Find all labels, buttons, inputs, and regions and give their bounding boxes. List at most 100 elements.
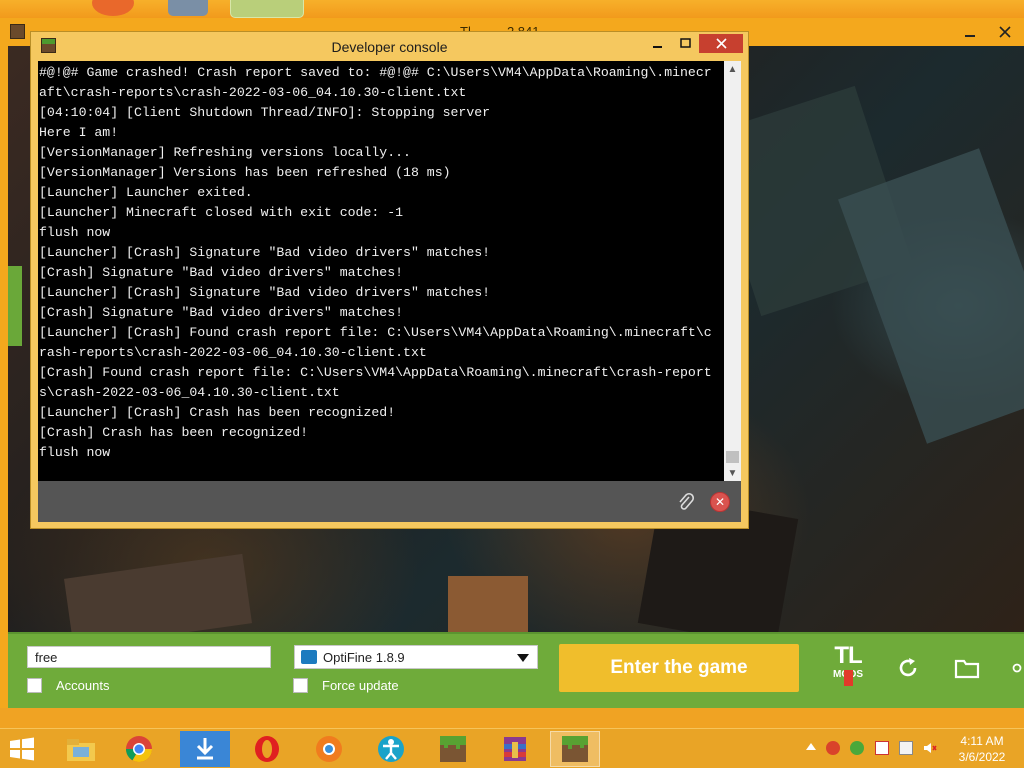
scroll-thumb[interactable]: [726, 451, 739, 463]
desktop-icon-minecraft[interactable]: [230, 0, 304, 18]
taskbar-chrome[interactable]: [114, 731, 164, 767]
grass-block-icon: [440, 736, 466, 762]
tray-flag-icon[interactable]: [875, 741, 889, 755]
taskbar-accessibility-app[interactable]: [366, 731, 416, 767]
console-log-line: [Launcher] Launcher exited.: [39, 185, 253, 200]
winrar-icon: [504, 737, 526, 761]
clock-date: 3/6/2022: [958, 750, 1006, 764]
tray-expand-icon[interactable]: [806, 743, 816, 750]
close-icon: [715, 38, 727, 49]
scroll-down-icon[interactable]: ▼: [724, 465, 741, 481]
console-log-line: [Crash] Found crash report file: C:\User…: [39, 365, 712, 380]
browser-orange-icon: [316, 736, 342, 762]
taskbar-clock[interactable]: 4:11 AM 3/6/2022: [951, 733, 1013, 765]
settings-button[interactable]: [1010, 654, 1024, 682]
console-output[interactable]: #@!@# Game crashed! Crash report saved t…: [38, 61, 741, 481]
tray-app-icon-orange[interactable]: [826, 741, 840, 755]
tl-logo-text: TL: [834, 642, 862, 669]
console-minimize-button[interactable]: [643, 34, 671, 53]
bg-brown-block: [448, 576, 528, 633]
console-log-line: [Launcher] [Crash] Signature "Bad video …: [39, 285, 491, 300]
console-log-line: [Launcher] [Crash] Crash has been recogn…: [39, 405, 396, 420]
clock-time: 4:11 AM: [960, 734, 1004, 748]
console-log-line: [Crash] Crash has been recognized!: [39, 425, 309, 440]
tray-network-icon[interactable]: [899, 741, 913, 755]
desktop-icon-folder[interactable]: [168, 0, 208, 16]
volume-icon: [924, 743, 937, 753]
enter-game-button[interactable]: Enter the game: [559, 644, 799, 692]
clear-console-button[interactable]: ✕: [710, 492, 730, 512]
minimize-button[interactable]: [955, 22, 985, 42]
force-update-label: Force update: [322, 678, 399, 693]
console-titlebar[interactable]: Developer console: [31, 32, 748, 60]
desktop-top-strip: [0, 0, 1024, 18]
bg-green-block: [8, 266, 22, 346]
taskbar-winrar[interactable]: [490, 731, 540, 767]
console-scrollbar[interactable]: ▲ ▼: [724, 61, 741, 481]
folder-icon: [954, 659, 980, 679]
console-close-button[interactable]: [699, 34, 743, 53]
close-circle-icon: ✕: [714, 495, 726, 509]
taskbar-downloader[interactable]: [180, 731, 230, 767]
console-title: Developer console: [331, 39, 448, 55]
console-log-line: flush now: [39, 225, 111, 240]
console-log-line: aft\crash-reports\crash-2022-03-06_04.10…: [39, 85, 467, 100]
console-log-line: [VersionManager] Versions has been refre…: [39, 165, 451, 180]
character-icon: [844, 670, 853, 686]
start-button[interactable]: [8, 737, 38, 761]
bg-creeper-body: [838, 148, 1024, 444]
console-log-line: [Crash] Signature "Bad video drivers" ma…: [39, 265, 404, 280]
refresh-button[interactable]: [894, 654, 922, 682]
grass-block-icon: [562, 736, 588, 762]
version-select-value: OptiFine 1.8.9: [323, 650, 405, 665]
maximize-icon: [679, 38, 691, 48]
tray-app-icon-green[interactable]: [850, 741, 864, 755]
launcher-app-icon: [10, 24, 25, 39]
console-log-line: [04:10:04] [Client Shutdown Thread/INFO]…: [39, 105, 491, 120]
tray-volume-icon[interactable]: [923, 741, 937, 755]
console-log-line: #@!@# Game crashed! Crash report saved t…: [39, 65, 712, 80]
close-button[interactable]: [990, 22, 1020, 42]
person-icon: [378, 736, 404, 762]
console-log-line: [Crash] Signature "Bad video drivers" ma…: [39, 305, 404, 320]
minimize-icon: [652, 46, 662, 48]
force-update-checkbox[interactable]: [293, 678, 308, 693]
refresh-icon: [899, 658, 917, 677]
optifine-icon: [301, 650, 317, 664]
paperclip-icon: [679, 492, 695, 510]
console-log-line: flush now: [39, 445, 111, 460]
gear-icon: [1012, 663, 1022, 673]
console-log-line: [Launcher] Minecraft closed with exit co…: [39, 205, 404, 220]
taskbar-browser[interactable]: [304, 731, 354, 767]
launcher-bottom-bar: free Accounts OptiFine 1.8.9 Force updat…: [8, 632, 1024, 720]
download-arrow-icon: [196, 738, 214, 760]
desktop-wallpaper-strip: [0, 708, 1024, 728]
version-select[interactable]: OptiFine 1.8.9: [294, 645, 538, 669]
taskbar-opera[interactable]: [242, 731, 292, 767]
console-log-line: rash-reports\crash-2022-03-06_04.10.30-c…: [39, 345, 427, 360]
console-maximize-button[interactable]: [671, 34, 699, 53]
tl-mods-logo[interactable]: TL MODS: [826, 644, 870, 692]
attach-button[interactable]: [675, 491, 697, 513]
developer-console-window: Developer console #@!@# Game crashed! Cr…: [30, 31, 749, 529]
close-icon: [999, 26, 1011, 38]
desktop-icon-orange[interactable]: [92, 0, 134, 16]
scroll-up-icon[interactable]: ▲: [724, 61, 741, 77]
taskbar-minecraft[interactable]: [428, 731, 478, 767]
console-log: #@!@# Game crashed! Crash report saved t…: [39, 63, 719, 463]
taskbar: 4:11 AM 3/6/2022: [0, 728, 1024, 768]
console-log-line: [VersionManager] Refreshing versions loc…: [39, 145, 411, 160]
console-log-line: Here I am!: [39, 125, 119, 140]
username-input[interactable]: free: [27, 646, 271, 668]
chevron-down-icon: [517, 654, 529, 662]
windows-logo-icon: [10, 737, 34, 761]
console-log-line: [Launcher] [Crash] Found crash report fi…: [39, 325, 712, 340]
folder-button[interactable]: [953, 654, 981, 682]
opera-icon: [255, 736, 279, 762]
taskbar-file-explorer[interactable]: [56, 731, 106, 767]
folder-icon: [67, 739, 95, 761]
chrome-icon: [125, 736, 153, 763]
bg-stone-block: [64, 553, 252, 633]
taskbar-tlauncher[interactable]: [550, 731, 600, 767]
accounts-checkbox[interactable]: [27, 678, 42, 693]
